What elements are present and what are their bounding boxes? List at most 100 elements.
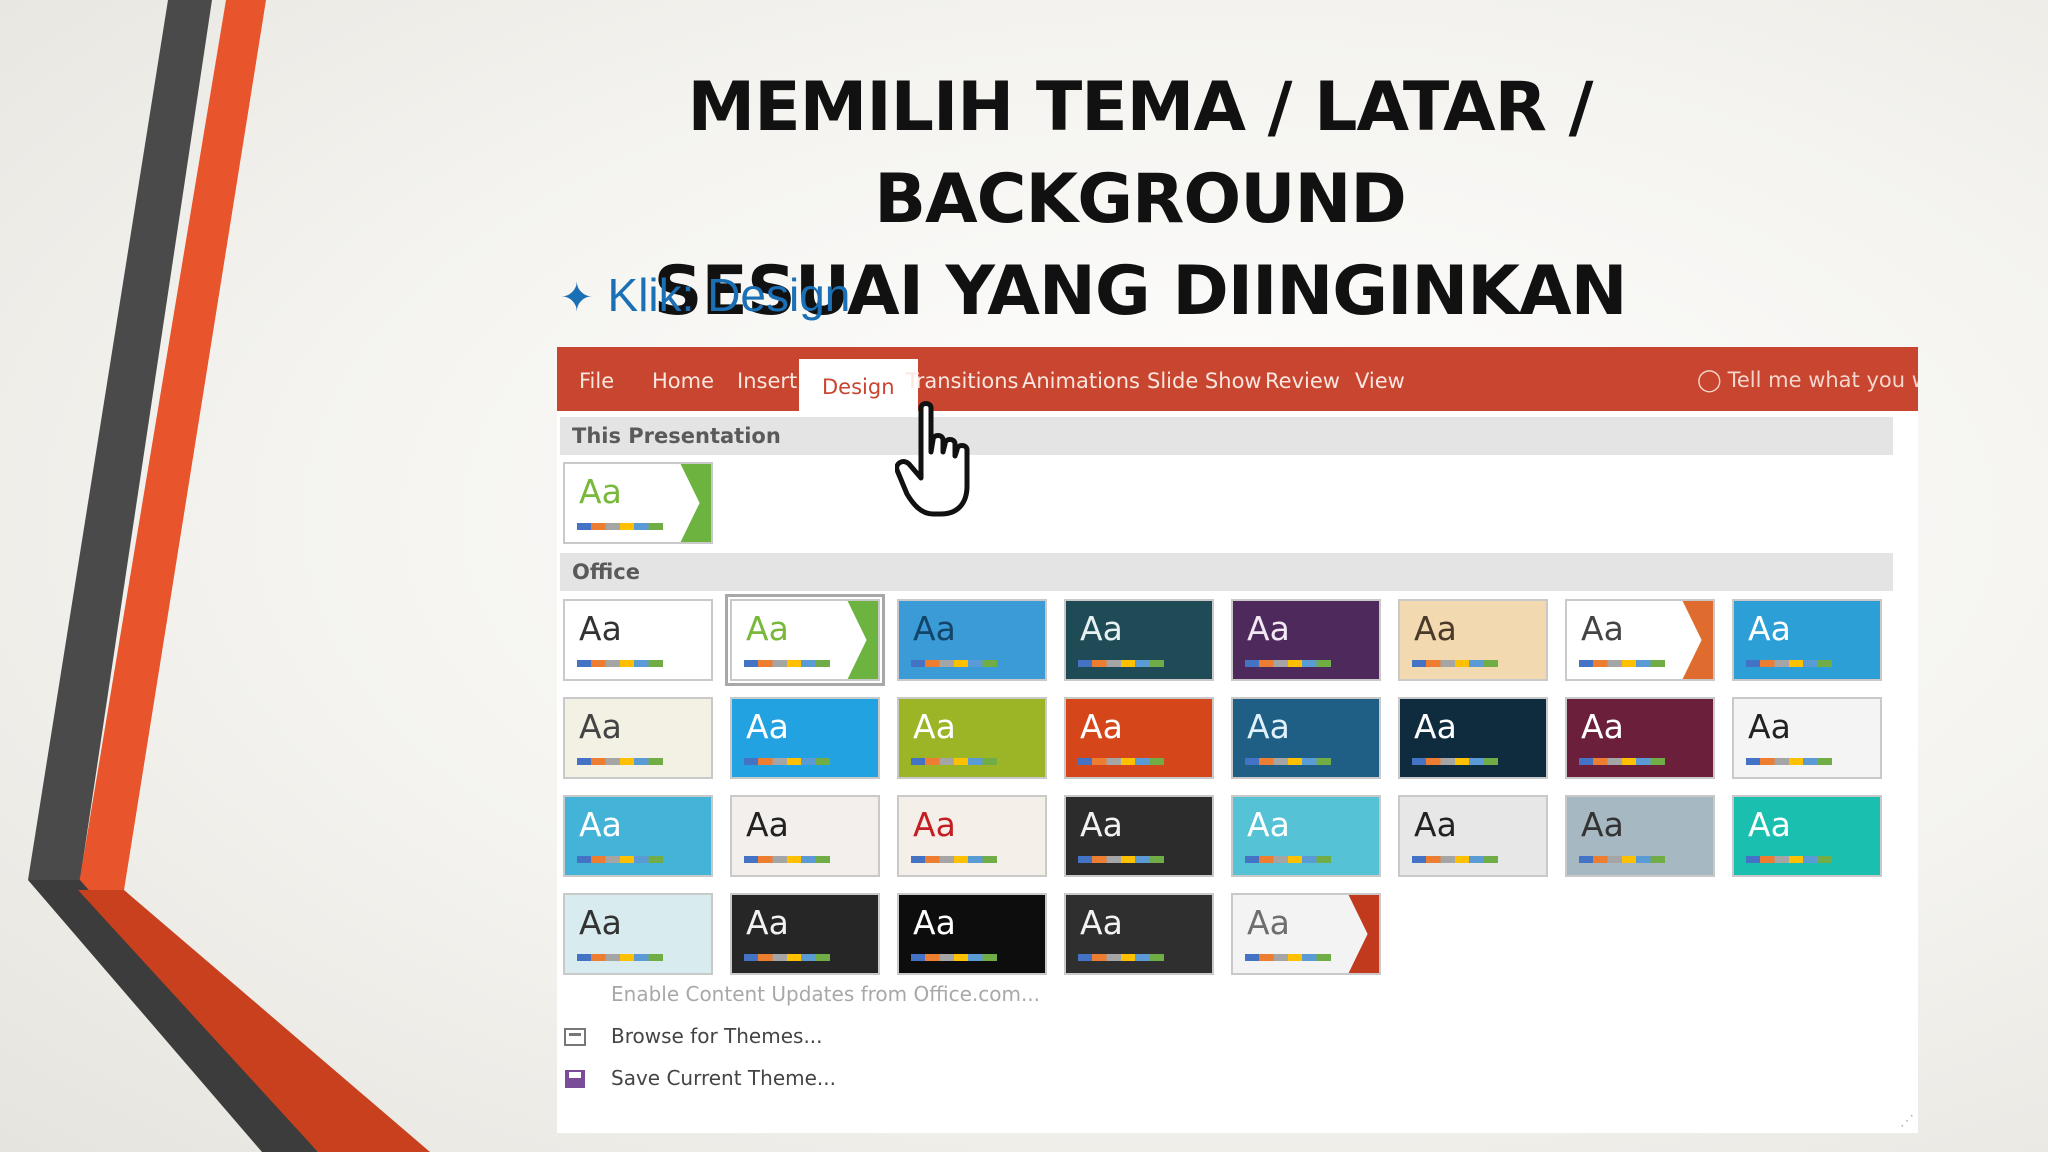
theme-color-bar [911, 758, 997, 765]
theme-thumbnail-slice-blue[interactable]: Aa [1732, 599, 1882, 681]
theme-thumbnail-vapor-trail[interactable]: Aa [897, 893, 1047, 975]
theme-color-bar [1746, 758, 1832, 765]
theme-color-bar [1412, 856, 1498, 863]
tab-insert[interactable]: Insert [737, 369, 797, 393]
theme-color-bar [1746, 856, 1832, 863]
theme-thumbnail-slate[interactable]: Aa [1565, 795, 1715, 877]
theme-sample-text: Aa [1414, 805, 1457, 844]
theme-color-bar [577, 660, 663, 667]
theme-sample-text: Aa [1414, 609, 1457, 648]
command-2[interactable]: Save Current Theme... [611, 1066, 836, 1090]
section-this-presentation: This Presentation [560, 417, 1893, 455]
theme-sample-text: Aa [913, 609, 956, 648]
theme-sample-text: Aa [1581, 805, 1624, 844]
theme-color-bar [911, 954, 997, 961]
command-0: Enable Content Updates from Office.com..… [611, 982, 1041, 1006]
theme-sample-text: Aa [1080, 609, 1123, 648]
tab-view[interactable]: View [1355, 369, 1405, 393]
tab-file[interactable]: File [579, 369, 614, 393]
theme-color-bar [911, 856, 997, 863]
theme-sample-text: Aa [746, 707, 789, 746]
theme-thumbnail-savon[interactable]: Aa [1398, 795, 1548, 877]
theme-thumbnail-basis-green[interactable]: Aa [897, 697, 1047, 779]
tab-home[interactable]: Home [652, 369, 714, 393]
theme-color-bar [1746, 660, 1832, 667]
theme-color-bar [911, 660, 997, 667]
theme-thumbnail-mesh[interactable]: Aa [1064, 795, 1214, 877]
theme-accent-shape [680, 464, 711, 542]
theme-color-bar [1245, 660, 1331, 667]
theme-sample-text: Aa [746, 805, 789, 844]
theme-color-bar [1078, 954, 1164, 961]
folder-icon [563, 1025, 589, 1049]
theme-thumbnail-damask[interactable]: Aa [1398, 697, 1548, 779]
theme-thumbnail-dividend[interactable]: Aa [1732, 697, 1882, 779]
theme-color-bar [744, 660, 830, 667]
theme-thumbnail-ion-boardroom[interactable]: Aa [1064, 599, 1214, 681]
theme-thumbnail-ion-purple[interactable]: Aa [1231, 599, 1381, 681]
theme-thumbnail-office-theme[interactable]: Aa [563, 599, 713, 681]
theme-color-bar [1245, 856, 1331, 863]
command-1[interactable]: Browse for Themes... [611, 1024, 823, 1048]
theme-sample-text: Aa [579, 472, 622, 511]
theme-sample-text: Aa [1581, 707, 1624, 746]
bullet-item: ✦ Klik: Design [560, 269, 851, 321]
theme-thumbnail-frame[interactable]: Aa [730, 795, 880, 877]
dark-diagonal [28, 880, 318, 1152]
theme-sample-text: Aa [1247, 805, 1290, 844]
theme-color-bar [744, 856, 830, 863]
tab-slide-show[interactable]: Slide Show [1147, 369, 1262, 393]
theme-sample-text: Aa [746, 609, 789, 648]
theme-color-bar [577, 523, 663, 530]
theme-sample-text: Aa [1748, 707, 1791, 746]
theme-sample-text: Aa [579, 805, 622, 844]
tell-me-search[interactable]: ◯Tell me what you wa [1697, 368, 1918, 393]
theme-thumbnail-banded[interactable]: Aa [730, 697, 880, 779]
theme-sample-text: Aa [1247, 609, 1290, 648]
tab-review[interactable]: Review [1265, 369, 1340, 393]
theme-sample-text: Aa [913, 903, 956, 942]
theme-color-bar [744, 758, 830, 765]
section-office: Office [560, 553, 1893, 591]
theme-thumbnail-facet-green[interactable]: Aa [563, 462, 713, 544]
theme-sample-text: Aa [579, 903, 622, 942]
theme-sample-text: Aa [1414, 707, 1457, 746]
theme-thumbnail-wisp[interactable]: Aa [563, 697, 713, 779]
theme-sample-text: Aa [1748, 609, 1791, 648]
theme-accent-shape [847, 601, 878, 679]
theme-thumbnail-crop[interactable]: Aa [563, 893, 713, 975]
theme-thumbnail-main-event[interactable]: Aa [730, 893, 880, 975]
ribbon-tab-bar: File Home Insert Design Transitions Animation… [557, 347, 1918, 411]
theme-color-bar [577, 954, 663, 961]
theme-thumbnail-parallax[interactable]: Aa [1231, 795, 1381, 877]
theme-thumbnail-depth[interactable]: Aa [1565, 697, 1715, 779]
theme-sample-text: Aa [1748, 805, 1791, 844]
theme-sample-text: Aa [579, 707, 622, 746]
theme-thumbnail-retrospect[interactable]: Aa [1565, 599, 1715, 681]
theme-sample-text: Aa [746, 903, 789, 942]
theme-color-bar [1579, 758, 1665, 765]
theme-sample-text: Aa [579, 609, 622, 648]
theme-sample-text: Aa [1080, 805, 1123, 844]
theme-thumbnail-quotable[interactable]: Aa [1732, 795, 1882, 877]
theme-sample-text: Aa [913, 707, 956, 746]
theme-thumbnail-view[interactable]: Aa [1064, 893, 1214, 975]
theme-thumbnail-facet[interactable]: Aa [725, 594, 885, 686]
theme-thumbnail-organic[interactable]: Aa [1398, 599, 1548, 681]
theme-thumbnail-gallery-red[interactable]: Aa [897, 795, 1047, 877]
theme-thumbnail-circuit[interactable]: Aa [1231, 697, 1381, 779]
theme-sample-text: Aa [1080, 707, 1123, 746]
theme-sample-text: Aa [1581, 609, 1624, 648]
theme-sample-text: Aa [913, 805, 956, 844]
theme-thumbnail-berlin[interactable]: Aa [1064, 697, 1214, 779]
powerpoint-design-gallery: File Home Insert Design Transitions Animation… [557, 347, 1918, 1133]
tab-animations[interactable]: Animations [1022, 369, 1140, 393]
theme-sample-text: Aa [1080, 903, 1123, 942]
star-bullet-icon: ✦ [560, 276, 594, 320]
resize-grip-icon[interactable]: ⋰ [1900, 1112, 1914, 1129]
tab-transitions[interactable]: Transitions [906, 369, 1019, 393]
theme-thumbnail-integral-pattern[interactable]: Aa [897, 599, 1047, 681]
lightbulb-icon: ◯ [1697, 368, 1722, 393]
theme-thumbnail-wood-type[interactable]: Aa [1231, 893, 1381, 975]
theme-thumbnail-droplet[interactable]: Aa [563, 795, 713, 877]
